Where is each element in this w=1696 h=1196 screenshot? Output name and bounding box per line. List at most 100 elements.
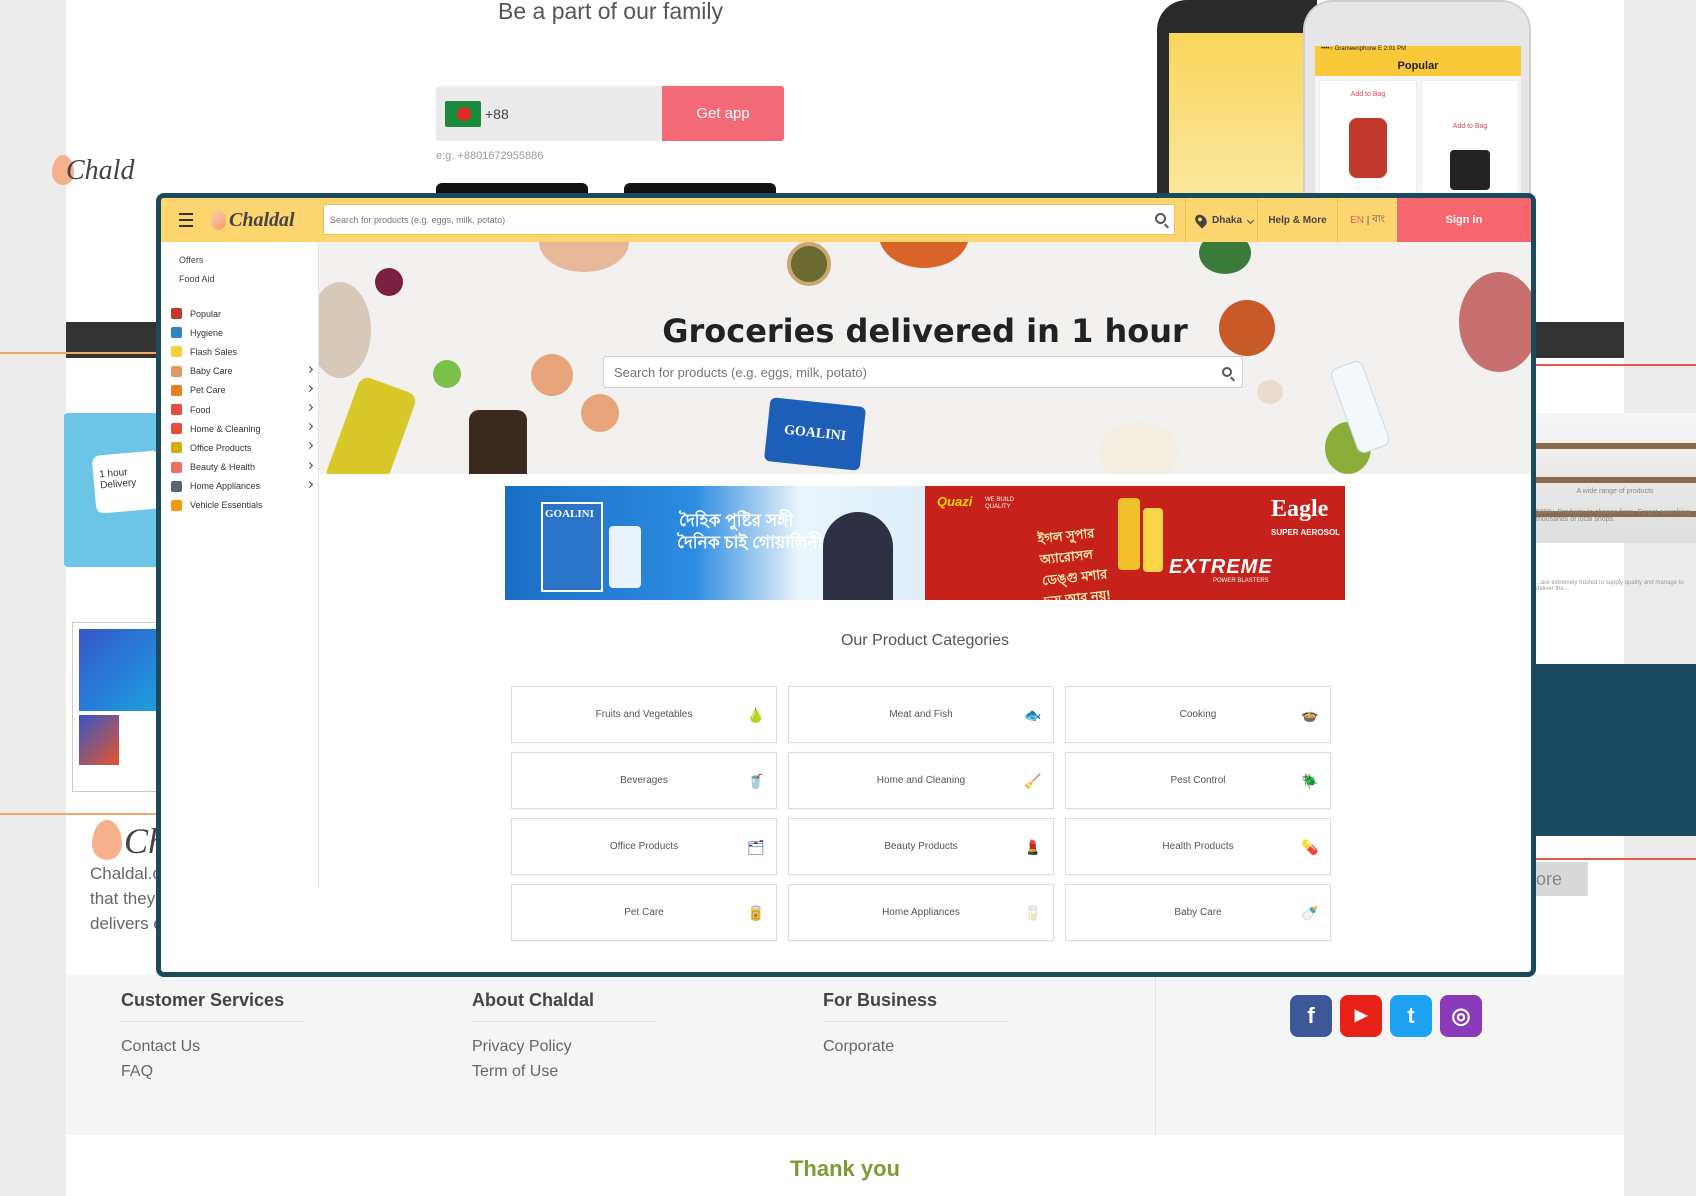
category-tile-home-and-cleaning[interactable]: Home and Cleaning 🧹 [788, 752, 1054, 809]
hero-search-input[interactable] [604, 357, 1242, 387]
cauliflower-image [1199, 242, 1251, 274]
location-selector[interactable]: Dhaka [1185, 198, 1257, 242]
category-label: Cooking [1179, 709, 1217, 720]
sidebar-item-vehicle-essentials[interactable]: Vehicle Essentials [161, 496, 318, 515]
background-dark-panel [1534, 664, 1696, 836]
sidebar-item-beauty-health[interactable]: Beauty & Health [161, 458, 318, 477]
sidebar-item-label: Popular [190, 308, 222, 319]
category-icon [171, 423, 182, 435]
aerosol-can-image [1118, 498, 1140, 570]
banner-brand: GOALINI [545, 508, 594, 520]
banner-extreme-sub: POWER BLASTERS [1213, 578, 1269, 584]
footer-link-contact[interactable]: Contact Us [121, 1034, 305, 1059]
sidebar-item-label: Home Appliances [190, 481, 261, 492]
chevron-right-icon [305, 480, 314, 488]
footer-link-terms[interactable]: Term of Use [472, 1059, 656, 1084]
sidebar-item-flash-sales[interactable]: Flash Sales [161, 342, 318, 361]
category-tile-fruits-and-vegetables[interactable]: Fruits and Vegetables 🍐 [511, 686, 777, 743]
onion-image [375, 268, 403, 296]
product-card-preview [72, 622, 162, 792]
chevron-right-icon [305, 423, 314, 431]
garlic-image [1257, 380, 1283, 404]
sign-in-button[interactable]: Sign in [1397, 198, 1531, 242]
read-more-button[interactable]: ore [1534, 862, 1588, 896]
sidebar-item-label: Food [190, 404, 211, 415]
category-icon [171, 499, 182, 511]
pet-food-icon: 🥫 [747, 904, 765, 921]
location-pin-icon [1192, 211, 1210, 229]
category-tile-beverages[interactable]: Beverages 🥤 [511, 752, 777, 809]
footer-link-privacy[interactable]: Privacy Policy [472, 1034, 656, 1059]
lang-en[interactable]: EN [1350, 215, 1364, 226]
header-search [323, 204, 1175, 235]
girl-drinking-image [823, 512, 893, 600]
category-tile-home-appliances[interactable]: Home Appliances 🥛 [788, 884, 1054, 941]
detergent-image [79, 629, 157, 711]
sidebar-item-label: Beauty & Health [190, 462, 256, 473]
banner-tagline: WE BUILD QUALITY [985, 497, 1015, 510]
category-tile-pet-care[interactable]: Pet Care 🥫 [511, 884, 777, 941]
search-icon[interactable] [1222, 367, 1232, 377]
phone-mockup-back [1157, 0, 1317, 200]
jar-icon [1349, 118, 1387, 178]
lang-bn[interactable]: বাং [1372, 212, 1385, 229]
lime-image [433, 360, 461, 388]
hero-title: Groceries delivered in 1 hour [662, 312, 1188, 350]
sidebar-item-label: Baby Care [190, 366, 233, 377]
banner-product: Eagle [1271, 496, 1329, 522]
header-search-input[interactable] [324, 205, 1174, 234]
search-icon[interactable] [1155, 213, 1166, 224]
sidebar-item-pet-care[interactable]: Pet Care [161, 381, 318, 400]
banner-brand: Quazi [937, 494, 973, 509]
youtube-icon[interactable]: ▶ [1340, 995, 1382, 1037]
twitter-icon[interactable]: t [1390, 995, 1432, 1037]
footer-link-faq[interactable]: FAQ [121, 1059, 305, 1084]
milk-glass-image [609, 526, 641, 588]
language-switcher[interactable]: EN | বাং [1337, 198, 1397, 242]
footer: Customer Services Contact Us FAQ About C… [66, 975, 1624, 1135]
goalini-pack-image: GOALINI [763, 397, 867, 471]
category-tile-pest-control[interactable]: Pest Control 🪲 [1065, 752, 1331, 809]
get-app-button[interactable]: Get app [662, 86, 784, 141]
eagle-aerosol-banner[interactable]: Quazi WE BUILD QUALITY ইগল সুপার অ্যারোস… [925, 486, 1345, 600]
sidebar-item-offers[interactable]: Offers [161, 251, 318, 270]
sidebar-item-hygiene[interactable]: Hygiene [161, 323, 318, 342]
footer-divider [1155, 975, 1156, 1135]
chevron-right-icon [305, 461, 314, 469]
bug-icon: 🪲 [1301, 772, 1319, 789]
sidebar-item-food-aid[interactable]: Food Aid [161, 270, 318, 289]
category-label: Baby Care [1174, 907, 1222, 918]
caption-title: A wide range of products [1576, 488, 1654, 495]
facebook-icon[interactable]: f [1290, 995, 1332, 1037]
category-tile-office-products[interactable]: Office Products 🗂 [511, 818, 777, 875]
sidebar-item-office-products[interactable]: Office Products [161, 438, 318, 457]
instagram-icon[interactable]: ◎ [1440, 995, 1482, 1037]
category-tile-beauty-products[interactable]: Beauty Products 💄 [788, 818, 1054, 875]
sidebar-item-home-appliances[interactable]: Home Appliances [161, 477, 318, 496]
category-tile-health-products[interactable]: Health Products 💊 [1065, 818, 1331, 875]
sidebar-item-label: Pet Care [190, 385, 226, 396]
goalini-promo-banner[interactable]: GOALINI দৈহিক পুষ্টির সঙ্গী দৈনিক চাই গো… [505, 486, 925, 600]
sidebar-item-food[interactable]: Food [161, 400, 318, 419]
chaldal-logo[interactable]: Chaldal [211, 209, 323, 232]
footer-heading: About Chaldal [472, 990, 656, 1022]
phone-status-bar: ••••○ Grameenphone E 2:01 PM [1315, 46, 1521, 56]
hamburger-menu-icon[interactable] [175, 207, 201, 233]
blender-icon: 🥛 [1024, 904, 1042, 921]
phone-example: e.g. +8801672955886 [436, 150, 544, 162]
sidebar-item-baby-care[interactable]: Baby Care [161, 362, 318, 381]
category-tile-baby-care[interactable]: Baby Care 🍼 [1065, 884, 1331, 941]
egg-logo-icon [211, 210, 226, 230]
background-tagline: Be a part of our family [498, 0, 723, 24]
category-tile-cooking[interactable]: Cooking 🍲 [1065, 686, 1331, 743]
sidebar-item-home-cleaning[interactable]: Home & Cleaning [161, 419, 318, 438]
help-more-link[interactable]: Help & More [1257, 198, 1337, 242]
phone-add-to-bag: Add to Bag [1350, 91, 1386, 98]
footer-link-corporate[interactable]: Corporate [823, 1034, 1007, 1059]
category-icon [171, 365, 182, 377]
background-text: delivers e [90, 914, 163, 933]
category-tile-meat-and-fish[interactable]: Meat and Fish 🐟 [788, 686, 1054, 743]
sidebar-item-popular[interactable]: Popular [161, 304, 318, 323]
app-header: Chaldal Dhaka Help & More EN | বাং Sign … [161, 198, 1531, 242]
phone-screen-title: Popular [1315, 56, 1521, 76]
